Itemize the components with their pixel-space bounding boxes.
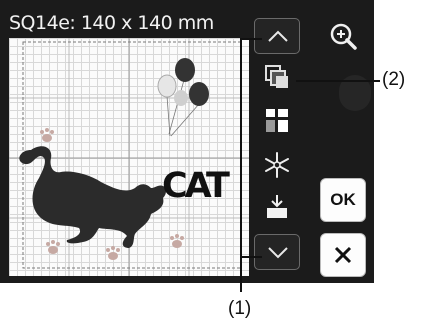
ok-button[interactable]: OK — [320, 178, 366, 222]
layout-icon — [266, 109, 288, 132]
balloons-motif — [157, 58, 209, 137]
chevron-down-icon — [268, 247, 288, 259]
stamp-icon — [267, 195, 287, 218]
cat-silhouette — [19, 146, 167, 248]
zoom-in-icon — [330, 23, 357, 50]
duplicate-tool-button[interactable] — [262, 62, 292, 92]
close-icon — [334, 246, 352, 264]
scroll-down-button[interactable] — [254, 234, 300, 270]
zoom-button[interactable] — [324, 17, 364, 57]
callout-1-top-tick — [240, 38, 262, 40]
snowflake-icon — [265, 152, 289, 178]
chevron-up-icon — [268, 30, 288, 42]
callout-2-label: (2) — [382, 69, 406, 90]
cat-text-design: CAT — [162, 166, 230, 206]
scroll-up-button[interactable] — [254, 18, 300, 54]
stamp-tool-button[interactable] — [262, 192, 292, 222]
callout-1-bottom-tick — [240, 256, 262, 258]
embroidery-edit-screen: SQ14e: 140 x 140 mm CAT OK — [0, 0, 374, 283]
duplicate-icon — [265, 65, 288, 88]
callout-2-line — [296, 80, 380, 82]
snowflake-tool-button[interactable] — [262, 150, 292, 180]
callout-1-line — [240, 38, 242, 292]
layout-tool-button[interactable] — [262, 106, 292, 136]
hoop-size-label: SQ14e: 140 x 140 mm — [9, 12, 214, 34]
canvas-drawing — [9, 38, 249, 276]
embroidery-canvas[interactable]: CAT — [9, 38, 249, 276]
cancel-button[interactable] — [320, 233, 366, 277]
callout-1-label: (1) — [228, 298, 252, 319]
